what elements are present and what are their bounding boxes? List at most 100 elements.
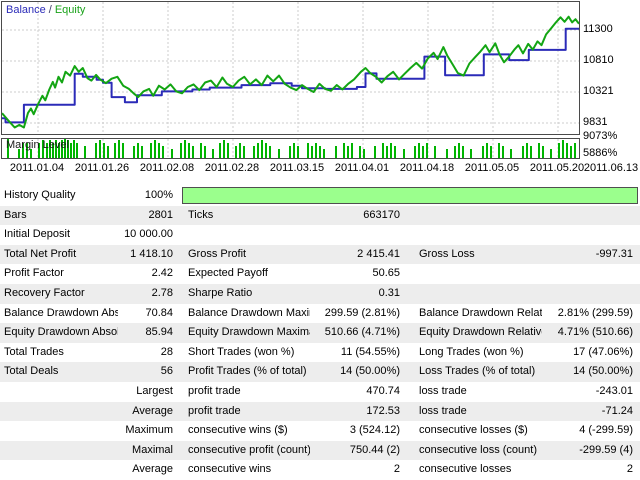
margin-bar: [141, 146, 143, 158]
stat-value: Maximal: [132, 443, 173, 456]
stat-value: 50.65: [372, 267, 400, 280]
table-row: History Quality 100%: [0, 186, 640, 206]
margin-chart-canvas: [7, 139, 576, 158]
margin-bar: [558, 143, 560, 158]
stat-value: 1 418.10: [130, 247, 173, 260]
margin-bar: [482, 146, 484, 158]
column-spacer: [400, 382, 419, 402]
column-spacer: [400, 362, 419, 382]
stat-value: 56: [160, 365, 173, 378]
stat-value: Largest: [136, 384, 173, 397]
margin-bar: [522, 146, 524, 158]
stat-value: -243.01: [595, 384, 633, 397]
y-axis-tick: 10321: [583, 85, 614, 97]
column-spacer: [173, 421, 188, 441]
margin-bar: [382, 143, 384, 158]
margin-bar: [386, 146, 388, 158]
stat-label: Balance Drawdown Maximal: [188, 306, 310, 319]
margin-bar: [315, 143, 317, 158]
stat-label: consecutive losses ($): [419, 424, 528, 437]
margin-bar: [107, 146, 109, 158]
table-row: Total Trades 28 Short Trades (won %) 11 (54…: [0, 343, 640, 363]
stat-value: 2: [393, 463, 400, 476]
stat-label: Recovery Factor: [4, 286, 85, 299]
margin-bar: [458, 143, 460, 158]
stat-value: 3 (524.12): [349, 424, 400, 437]
stat-value: 100%: [144, 189, 173, 201]
margin-bar: [243, 146, 245, 158]
stat-label: consecutive loss (count): [419, 443, 537, 456]
column-spacer: [400, 284, 419, 304]
stat-value: -997.31: [595, 247, 633, 260]
stat-value: 2 415.41: [357, 247, 400, 260]
stat-label: Short Trades (won %): [188, 345, 295, 358]
stat-label: Sharpe Ratio: [188, 286, 253, 299]
margin-bar: [502, 146, 504, 158]
stat-value: 4.71% (510.66): [557, 326, 633, 339]
margin-bar: [307, 143, 309, 158]
stat-value: Average: [132, 404, 173, 417]
margin-bar: [550, 149, 552, 158]
column-spacer: [173, 382, 188, 402]
column-spacer: [173, 206, 188, 226]
stat-label: [0, 441, 118, 461]
x-axis-tick: 2011.01.04: [9, 162, 65, 174]
column-spacer: [173, 225, 188, 245]
stat-label: Ticks: [188, 208, 214, 221]
x-axis-tick: 2011.05.05: [464, 162, 520, 174]
column-spacer: [400, 441, 419, 461]
column-spacer: [173, 264, 188, 284]
stat-value: 663170: [363, 208, 400, 221]
stat-value: 2: [626, 463, 633, 476]
margin-bar: [530, 146, 532, 158]
margin-bar: [390, 143, 392, 158]
stat-label: [0, 402, 118, 422]
stat-value: Maximum: [125, 424, 173, 437]
margin-bar: [84, 146, 86, 158]
margin-bar: [311, 146, 313, 158]
balance-equity-chart: Balance / Equity Margin Level 11300 10810 10…: [0, 0, 640, 186]
margin-bar: [95, 143, 97, 158]
x-axis-tick: 2011.04.01: [334, 162, 390, 174]
column-spacer: [173, 441, 188, 461]
margin-bar: [374, 146, 376, 158]
margin-bar: [150, 143, 152, 158]
stat-label: Total Deals: [4, 365, 59, 378]
column-spacer: [173, 284, 188, 304]
column-spacer: [400, 304, 419, 324]
margin-level-chart: Margin Level: [1, 138, 580, 159]
stat-label: consecutive losses: [419, 463, 512, 476]
margin-bar: [227, 143, 229, 158]
column-spacer: [400, 460, 419, 480]
stat-value: [542, 225, 633, 245]
stat-label: History Quality: [4, 189, 76, 201]
equity-line: [1, 15, 580, 129]
stat-value: 14 (50.00%): [340, 365, 400, 378]
stat-value: [542, 206, 633, 226]
stat-value: Average: [132, 463, 173, 476]
column-spacer: [400, 343, 419, 363]
stat-value: 2.81% (299.59): [557, 306, 633, 319]
margin-bar: [351, 143, 353, 158]
margin-bar: [526, 143, 528, 158]
margin-bar: [426, 143, 428, 158]
margin-bar: [323, 149, 325, 158]
stat-value: 2.42: [151, 267, 173, 280]
stat-label: Total Trades: [4, 345, 64, 358]
margin-bar: [490, 146, 492, 158]
column-spacer: [173, 323, 188, 343]
stat-label: Total Net Profit: [4, 247, 77, 260]
x-axis-tick: 2011.01.26: [74, 162, 130, 174]
column-spacer: [173, 362, 188, 382]
margin-bar: [542, 146, 544, 158]
stat-value: [542, 284, 633, 304]
margin-bar: [359, 146, 361, 158]
margin-bar: [171, 149, 173, 158]
stat-value: 172.53: [366, 404, 400, 417]
margin-bar: [76, 143, 78, 158]
x-axis-tick: 2011.04.18: [399, 162, 455, 174]
stat-label: Profit Factor: [4, 267, 64, 280]
stat-label: consecutive wins ($): [188, 424, 288, 437]
margin-bar: [200, 143, 202, 158]
stat-label: [419, 206, 542, 226]
